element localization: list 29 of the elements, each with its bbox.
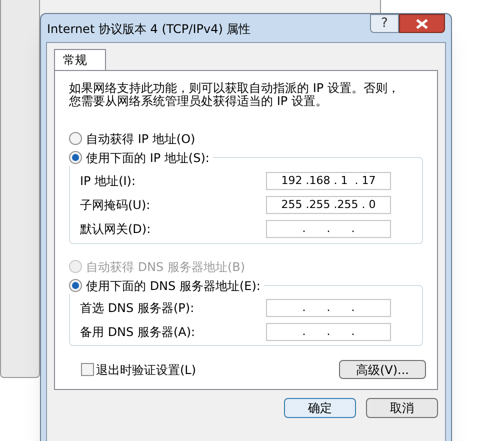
help-button[interactable]: ? xyxy=(370,14,399,33)
ip-address-field[interactable]: 255 .255 .255 . 0 xyxy=(266,196,391,214)
window-title: Internet 协议版本 4 (TCP/IPv4) 属性 xyxy=(47,21,252,38)
radio-button[interactable] xyxy=(69,132,82,145)
radio-label: 自动获得 DNS 服务器地址(B) xyxy=(86,258,246,276)
description-text: 如果网络支持此功能，则可以获取自动指派的 IP 设置。否则， xyxy=(69,82,400,95)
field-label: 首选 DNS 服务器(P): xyxy=(80,300,196,317)
ip-address-field[interactable]: . . . xyxy=(266,220,391,238)
dialog-button[interactable]: 取消 xyxy=(366,398,438,418)
description-text: 您需要从网络系统管理员处获得适当的 IP 设置。 xyxy=(69,95,328,108)
checkbox-label: 退出时验证设置(L) xyxy=(96,362,196,378)
radio-label: 使用下面的 DNS 服务器地址(E): xyxy=(86,278,260,294)
ip-address-field[interactable]: 192 .168 . 1 . 17 xyxy=(266,172,391,190)
tab[interactable]: 常规 xyxy=(54,49,106,70)
radio-label: 自动获得 IP 地址(O) xyxy=(86,130,196,148)
radio-button[interactable] xyxy=(69,279,82,292)
field-label: 默认网关(D): xyxy=(80,221,152,238)
dialog-button[interactable]: 确定 xyxy=(284,398,356,418)
ip-address-field[interactable]: . . . xyxy=(266,323,391,341)
ip-address-field[interactable]: . . . xyxy=(266,299,391,317)
field-label: 备用 DNS 服务器(A): xyxy=(80,324,196,341)
close-icon xyxy=(416,18,428,28)
advanced-button[interactable]: 高级(V)... xyxy=(339,360,426,379)
checkbox[interactable] xyxy=(81,363,94,376)
field-label: 子网掩码(U): xyxy=(80,197,152,214)
radio-label: 使用下面的 IP 地址(S): xyxy=(86,150,210,166)
radio-button[interactable] xyxy=(69,151,82,164)
field-label: IP 地址(I): xyxy=(80,173,137,190)
close-button[interactable] xyxy=(399,14,445,33)
